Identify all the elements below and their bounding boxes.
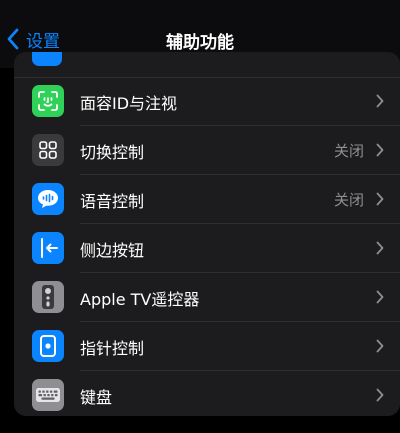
row-side-button[interactable]: 侧边按钮 [14,224,400,273]
row-label: 面容ID与注视 [80,94,178,113]
row-keyboard[interactable]: 键盘 [14,371,400,416]
page-title: 辅助功能 [166,33,234,53]
row-value: 关闭 [333,191,364,209]
chevron-right-icon [376,241,384,255]
tv-remote-icon [32,281,64,313]
row-value: 关闭 [333,142,364,160]
settings-list: 面容ID与注视 切换控制 关闭 语音控制 关闭 侧边按钮 Apple TV遥控器… [14,52,400,416]
row-label: 指针控制 [80,339,145,358]
chevron-right-icon [376,290,384,304]
row-face-id[interactable]: 面容ID与注视 [14,77,400,126]
row-label: Apple TV遥控器 [80,290,200,309]
row-label: 切换控制 [80,143,145,162]
row-pointer-control[interactable]: 指针控制 [14,322,400,371]
chevron-right-icon [376,388,384,402]
row-label: 键盘 [80,388,113,407]
chevron-right-icon [376,143,384,157]
side-button-icon [32,232,64,264]
keyboard-icon [32,379,64,411]
face-id-icon [32,85,64,117]
row-switch-control[interactable]: 切换控制 关闭 [14,126,400,175]
voice-control-icon [32,183,64,215]
row-apple-tv-remote[interactable]: Apple TV遥控器 [14,273,400,322]
chevron-right-icon [376,339,384,353]
chevron-right-icon [376,94,384,108]
row-voice-control[interactable]: 语音控制 关闭 [14,175,400,224]
partial-row-icon [32,52,62,66]
pointer-control-icon [32,330,64,362]
row-label: 语音控制 [80,192,145,211]
switch-control-icon [32,134,64,166]
chevron-right-icon [376,192,384,206]
row-label: 侧边按钮 [80,241,145,260]
